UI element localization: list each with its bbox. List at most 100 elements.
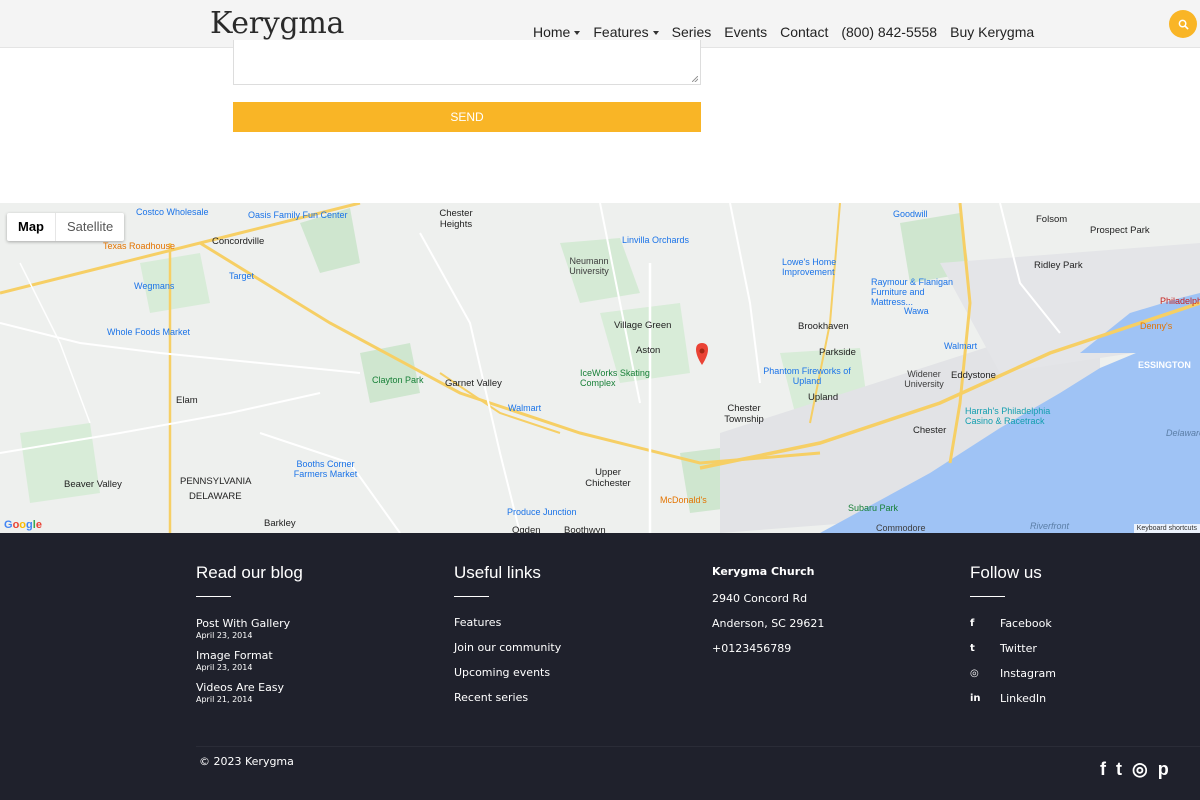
map-label[interactable]: Produce Junction	[507, 507, 577, 517]
blog-post-title[interactable]: Post With Gallery	[196, 617, 303, 630]
footer-blog-title: Read our blog	[196, 563, 303, 582]
map-label[interactable]: Oasis Family Fun Center	[248, 210, 348, 220]
blog-post[interactable]: Videos Are Easy April 21, 2014	[196, 681, 303, 704]
map-label: Ridley Park	[1034, 260, 1083, 271]
map-label: Boothwyn	[564, 525, 606, 533]
blog-post-date: April 21, 2014	[196, 695, 253, 704]
search-icon	[1178, 19, 1189, 30]
map-label[interactable]: Lowe's Home Improvement	[782, 257, 847, 277]
map-label[interactable]: McDonald's	[660, 495, 707, 505]
map-label[interactable]: Wegmans	[134, 281, 174, 291]
map-label: Neumann University	[569, 256, 609, 276]
map-label: Elam	[176, 395, 198, 406]
footer-link-features[interactable]: Features	[454, 617, 561, 628]
map-label[interactable]: Phantom Fireworks of Upland	[762, 366, 852, 386]
map-label: Folsom	[1036, 214, 1068, 225]
social-linkedin[interactable]: in LinkedIn	[970, 692, 1056, 705]
map-label: Widener University	[904, 369, 944, 389]
facebook-icon: f	[970, 618, 975, 629]
map-label[interactable]: Subaru Park	[848, 503, 898, 513]
map-label[interactable]: Denny's	[1140, 321, 1172, 331]
site-logo[interactable]: Kerygma	[210, 6, 344, 41]
blog-post[interactable]: Image Format April 23, 2014	[196, 649, 303, 672]
twitter-icon[interactable]: t	[1116, 759, 1122, 780]
map-label[interactable]: Whole Foods Market	[107, 327, 190, 337]
site-footer: Read our blog Post With Gallery April 23…	[0, 533, 1200, 800]
map-label[interactable]: Walmart	[944, 341, 977, 351]
map-label: Chester Heights	[439, 208, 473, 230]
map-label[interactable]: IceWorks Skating Complex	[580, 368, 650, 388]
nav-contact[interactable]: Contact	[780, 24, 828, 40]
blog-post-date: April 23, 2014	[196, 631, 253, 640]
blog-post[interactable]: Post With Gallery April 23, 2014	[196, 617, 303, 640]
map-label[interactable]: Clayton Park	[372, 375, 424, 385]
chevron-down-icon	[574, 31, 581, 36]
map-label[interactable]: Harrah's Philadelphia Casino & Racetrack	[965, 406, 1060, 426]
map-label: Delaware River	[1166, 428, 1200, 438]
map-label[interactable]: Costco Wholesale	[136, 207, 209, 217]
blog-post-title[interactable]: Image Format	[196, 649, 303, 662]
message-textarea[interactable]	[233, 40, 701, 85]
divider	[970, 596, 1005, 597]
map-label: DELAWARE	[189, 491, 242, 502]
nav-phone[interactable]: (800) 842-5558	[841, 24, 937, 40]
map-label: Philadelph	[1160, 296, 1200, 306]
map-label: Garnet Valley	[445, 378, 502, 389]
map-label: Barkley	[264, 518, 296, 529]
map-type-satellite[interactable]: Satellite	[56, 213, 124, 241]
map-label: Aston	[636, 345, 661, 356]
social-facebook[interactable]: f Facebook	[970, 617, 1056, 630]
map-type-map[interactable]: Map	[7, 213, 56, 241]
nav-events[interactable]: Events	[724, 24, 767, 40]
page: Kerygma Home Features Series Events Cont…	[0, 0, 1200, 800]
church-phone: +0123456789	[712, 642, 792, 655]
map-label[interactable]: Goodwill	[893, 209, 928, 219]
map-label[interactable]: Raymour & Flanigan Furniture and Mattres…	[871, 277, 961, 307]
nav-features[interactable]: Features	[593, 24, 659, 40]
twitter-icon: t	[970, 643, 975, 654]
social-twitter[interactable]: t Twitter	[970, 642, 1056, 655]
social-label: LinkedIn	[1000, 692, 1047, 705]
map-label: ESSINGTON	[1138, 360, 1191, 370]
map-label[interactable]: Walmart	[508, 403, 541, 413]
map-label: Concordville	[212, 236, 265, 247]
map-type-toggle: Map Satellite	[7, 213, 125, 241]
map-label[interactable]: Booths Corner Farmers Market	[288, 459, 363, 479]
map-label[interactable]: Linvilla Orchards	[622, 235, 689, 245]
nav-features-label: Features	[593, 24, 649, 40]
linkedin-icon: in	[970, 693, 981, 704]
footer-link-community[interactable]: Join our community	[454, 642, 561, 653]
send-button[interactable]: SEND	[233, 102, 701, 132]
footer-link-events[interactable]: Upcoming events	[454, 667, 561, 678]
map-label: Chester Township	[724, 403, 764, 425]
footer-links-title: Useful links	[454, 563, 541, 582]
nav-series[interactable]: Series	[672, 24, 712, 40]
social-instagram[interactable]: ◎ Instagram	[970, 667, 1056, 680]
instagram-icon: ◎	[970, 668, 979, 679]
divider	[454, 596, 489, 597]
footer-links-column: Useful links Features Join our community…	[454, 563, 561, 717]
instagram-icon[interactable]: ◎	[1132, 759, 1148, 780]
map-label: Prospect Park	[1090, 225, 1150, 236]
footer-link-series[interactable]: Recent series	[454, 692, 561, 703]
map-label: Commodore	[876, 523, 926, 533]
social-label: Facebook	[1000, 617, 1052, 630]
chevron-down-icon	[652, 31, 659, 36]
search-button[interactable]	[1169, 10, 1197, 38]
nav-home[interactable]: Home	[533, 24, 581, 40]
map[interactable]: Map Satellite Costco Wholesale Oasis Fam…	[0, 203, 1200, 533]
map-label: Village Green	[614, 320, 672, 331]
map-label: Upper Chichester	[585, 467, 631, 489]
nav-buy[interactable]: Buy Kerygma	[950, 24, 1034, 40]
keyboard-shortcuts-link[interactable]: Keyboard shortcuts	[1133, 524, 1200, 533]
map-label[interactable]: Target	[229, 271, 254, 281]
map-label[interactable]: Texas Roadhouse	[103, 241, 175, 251]
map-label: Beaver Valley	[64, 479, 122, 490]
map-label: Parkside	[819, 347, 856, 358]
facebook-icon[interactable]: f	[1100, 759, 1106, 780]
blog-post-title[interactable]: Videos Are Easy	[196, 681, 303, 694]
pinterest-icon[interactable]: p	[1158, 759, 1169, 780]
map-label[interactable]: Wawa	[904, 306, 929, 316]
google-logo: Google	[4, 519, 42, 531]
resize-grip-icon[interactable]	[692, 76, 698, 82]
